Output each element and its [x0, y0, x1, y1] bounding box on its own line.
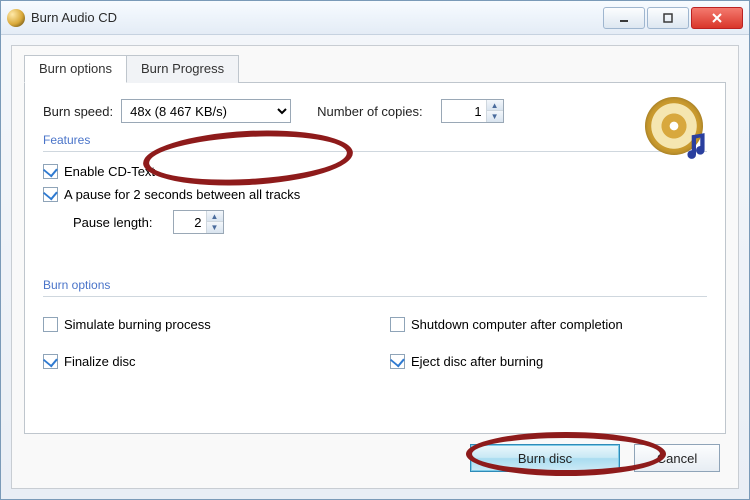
shutdown-label: Shutdown computer after completion: [411, 317, 623, 332]
tab-strip: Burn options Burn Progress: [24, 54, 726, 83]
cdtext-label: Enable CD-Text: [64, 164, 155, 179]
cd-artwork: [645, 97, 707, 159]
burn-options-heading: Burn options: [43, 278, 707, 292]
cdtext-row[interactable]: Enable CD-Text: [43, 164, 707, 179]
pause-length-spinner[interactable]: ▲ ▼: [173, 210, 224, 234]
eject-checkbox[interactable]: [390, 354, 405, 369]
pause-label: A pause for 2 seconds between all tracks: [64, 187, 300, 202]
pause-length-spin-buttons: ▲ ▼: [206, 211, 223, 233]
pause-checkbox[interactable]: [43, 187, 58, 202]
cancel-button[interactable]: Cancel: [634, 444, 720, 472]
features-divider: [43, 151, 707, 152]
burn-options-grid: Simulate burning process Shutdown comput…: [43, 309, 707, 377]
titlebar[interactable]: Burn Audio CD: [1, 1, 749, 35]
finalize-row[interactable]: Finalize disc: [43, 354, 360, 369]
maximize-button[interactable]: [647, 7, 689, 29]
options-panel: Burn speed: 48x (8 467 KB/s) Number of c…: [24, 83, 726, 434]
tab-burn-progress[interactable]: Burn Progress: [126, 55, 239, 83]
features-heading: Features: [43, 133, 707, 147]
burn-audio-cd-window: Burn Audio CD Burn options Burn Progress: [0, 0, 750, 500]
pause-length-down-button[interactable]: ▼: [207, 222, 223, 233]
copies-input[interactable]: [442, 102, 486, 121]
burn-disc-button[interactable]: Burn disc: [470, 444, 620, 472]
copies-spin-buttons: ▲ ▼: [486, 100, 503, 122]
cdtext-checkbox[interactable]: [43, 164, 58, 179]
pause-length-input[interactable]: [174, 213, 206, 232]
finalize-checkbox[interactable]: [43, 354, 58, 369]
window-title: Burn Audio CD: [31, 10, 603, 25]
eject-label: Eject disc after burning: [411, 354, 543, 369]
tab-burn-options[interactable]: Burn options: [24, 55, 127, 83]
copies-down-button[interactable]: ▼: [487, 111, 503, 122]
pause-length-row: Pause length: ▲ ▼: [73, 210, 707, 234]
app-icon: [7, 9, 25, 27]
minimize-icon: [618, 12, 630, 24]
pause-length-up-button[interactable]: ▲: [207, 211, 223, 222]
pause-row[interactable]: A pause for 2 seconds between all tracks: [43, 187, 707, 202]
burn-options-divider: [43, 296, 707, 297]
speed-row: Burn speed: 48x (8 467 KB/s) Number of c…: [43, 99, 707, 123]
burn-speed-select[interactable]: 48x (8 467 KB/s): [121, 99, 291, 123]
eject-row[interactable]: Eject disc after burning: [390, 354, 707, 369]
copies-label: Number of copies:: [317, 104, 423, 119]
dialog-buttons: Burn disc Cancel: [24, 434, 726, 476]
minimize-button[interactable]: [603, 7, 645, 29]
shutdown-checkbox[interactable]: [390, 317, 405, 332]
pause-length-label: Pause length:: [73, 215, 153, 230]
copies-up-button[interactable]: ▲: [487, 100, 503, 111]
shutdown-row[interactable]: Shutdown computer after completion: [390, 317, 707, 332]
close-icon: [711, 12, 723, 24]
copies-spinner[interactable]: ▲ ▼: [441, 99, 504, 123]
simulate-checkbox[interactable]: [43, 317, 58, 332]
simulate-row[interactable]: Simulate burning process: [43, 317, 360, 332]
finalize-label: Finalize disc: [64, 354, 136, 369]
burn-speed-label: Burn speed:: [43, 104, 113, 119]
close-button[interactable]: [691, 7, 743, 29]
music-note-icon: [683, 131, 709, 161]
maximize-icon: [662, 12, 674, 24]
dialog-content: Burn options Burn Progress Burn speed: 4…: [11, 45, 739, 489]
window-controls: [603, 7, 743, 29]
simulate-label: Simulate burning process: [64, 317, 211, 332]
